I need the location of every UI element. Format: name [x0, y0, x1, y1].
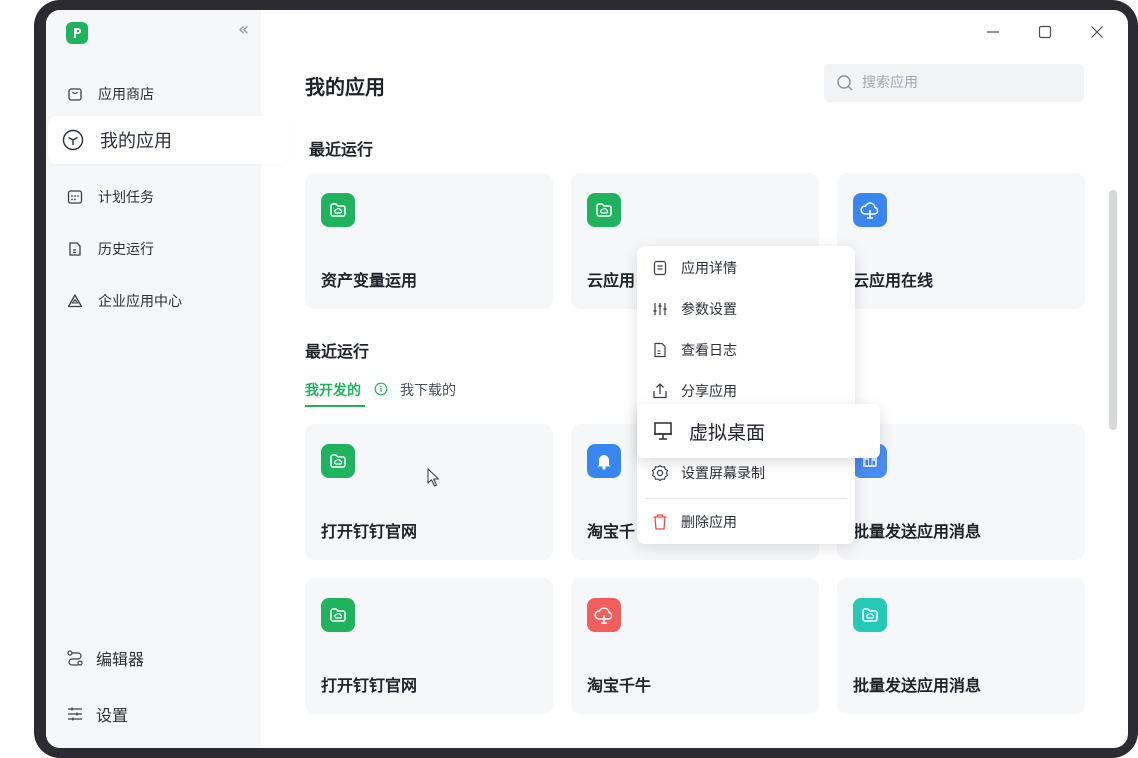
mouse-cursor-icon [427, 468, 440, 487]
detail-icon [651, 259, 669, 277]
menu-item-share[interactable]: 分享应用 [651, 381, 737, 401]
desktop-icon [651, 419, 675, 443]
store-bag-icon [66, 85, 84, 103]
cloud-folder-icon [853, 598, 887, 632]
section-title-recent-2: 最近运行 [305, 342, 370, 361]
app-name: 打开钉钉官网 [321, 676, 418, 695]
app-card[interactable]: 批量发送应用消息 [837, 578, 1085, 714]
document-icon [66, 240, 84, 258]
app-card[interactable]: 资产变量运用 [305, 173, 553, 309]
menu-divider [645, 498, 847, 499]
cloud-folder-icon [587, 193, 621, 227]
app-name: 淘宝千牛 [587, 676, 652, 695]
close-button[interactable] [1087, 22, 1107, 42]
search-icon [837, 75, 853, 91]
param-sliders-icon [651, 300, 669, 318]
tab-downloaded[interactable]: 我下载的 [400, 380, 456, 400]
app-card[interactable]: 云应用在线 [837, 173, 1085, 309]
menu-item-label: 虚拟桌面 [689, 421, 766, 444]
app-name: 打开钉钉官网 [321, 522, 418, 541]
log-icon [651, 341, 669, 359]
sidebar-item-label: 我的应用 [100, 131, 172, 152]
sliders-icon [66, 705, 84, 723]
menu-item-label: 删除应用 [681, 515, 737, 531]
sidebar-item-label: 企业应用中心 [98, 294, 182, 310]
cloud-folder-icon [321, 598, 355, 632]
calendar-icon [66, 188, 84, 206]
sidebar-item-label: 历史运行 [98, 242, 154, 258]
app-card[interactable]: 打开钉钉官网 [305, 424, 553, 560]
gear-icon [651, 464, 669, 482]
cloud-folder-icon [321, 193, 355, 227]
bell-icon [587, 444, 621, 478]
menu-item-virtual-desktop[interactable]: 虚拟桌面 [637, 404, 880, 458]
app-name: 批量发送应用消息 [853, 676, 982, 695]
app-name: 云应用在线 [853, 271, 934, 290]
sidebar-item-label: 编辑器 [96, 650, 145, 669]
page-title: 我的应用 [305, 75, 385, 99]
close-icon [1091, 26, 1103, 38]
sidebar-item-settings[interactable]: 设置 [66, 702, 128, 726]
search-input[interactable] [860, 74, 1064, 92]
maximize-icon [1038, 25, 1052, 39]
menu-item-label: 分享应用 [681, 384, 737, 400]
share-icon [651, 382, 669, 400]
menu-item-logs[interactable]: 查看日志 [651, 340, 737, 360]
menu-item-label: 设置屏幕录制 [681, 466, 765, 482]
app-card[interactable]: 打开钉钉官网 [305, 578, 553, 714]
app-name: 资产变量运用 [321, 271, 418, 290]
menu-item-label: 应用详情 [681, 261, 737, 277]
app-name: 批量发送应用消息 [853, 522, 982, 541]
search-box[interactable] [824, 64, 1084, 102]
sidebar-item-enterprise[interactable]: 企业应用中心 [48, 277, 288, 325]
sidebar-item-label: 应用商店 [98, 87, 154, 103]
sidebar: « 应用商店 我的应用 计划任务 历史运行 企业应用中心 编辑器 设置 [46, 10, 288, 748]
app-logo [66, 22, 88, 44]
cloud-upload-icon [853, 193, 887, 227]
tab-active-indicator [305, 405, 365, 407]
menu-item-app-details[interactable]: 应用详情 [651, 258, 737, 278]
menu-item-label: 参数设置 [681, 302, 737, 318]
path-icon [66, 649, 84, 667]
minimize-icon [987, 31, 999, 33]
section-title-recent: 最近运行 [309, 140, 374, 159]
menu-item-delete[interactable]: 删除应用 [651, 512, 737, 532]
sidebar-item-editor[interactable]: 编辑器 [66, 646, 144, 670]
menu-item-screen-record[interactable]: 设置屏幕录制 [651, 463, 765, 483]
maximize-button[interactable] [1035, 22, 1055, 42]
collapse-sidebar-button[interactable]: « [238, 18, 249, 42]
cloud-upload-icon [587, 598, 621, 632]
menu-item-params[interactable]: 参数设置 [651, 299, 737, 319]
vertical-scrollbar[interactable] [1109, 190, 1117, 430]
app-name: 云应用 [587, 271, 636, 290]
triangle-icon [66, 292, 84, 310]
context-menu: 应用详情 参数设置 查看日志 分享应用 设置屏幕录制 删除应用 [637, 246, 855, 544]
info-icon[interactable] [374, 382, 388, 396]
sidebar-item-my-apps[interactable]: 我的应用 [48, 116, 288, 164]
sidebar-item-history[interactable]: 历史运行 [48, 225, 288, 273]
minimize-button[interactable] [983, 22, 1003, 42]
tab-developed[interactable]: 我开发的 [305, 380, 361, 400]
menu-item-label: 查看日志 [681, 343, 737, 359]
app-window: « 应用商店 我的应用 计划任务 历史运行 企业应用中心 编辑器 设置 我的应用… [46, 10, 1128, 748]
trash-icon [651, 513, 669, 531]
cube-icon [62, 129, 84, 151]
app-name: 淘宝千 [587, 522, 636, 541]
sidebar-item-tasks[interactable]: 计划任务 [48, 173, 288, 221]
sidebar-item-label: 设置 [96, 706, 129, 725]
app-card[interactable]: 淘宝千牛 [571, 578, 819, 714]
sidebar-item-store[interactable]: 应用商店 [48, 70, 288, 118]
sidebar-item-label: 计划任务 [98, 190, 154, 206]
cloud-folder-icon [321, 444, 355, 478]
